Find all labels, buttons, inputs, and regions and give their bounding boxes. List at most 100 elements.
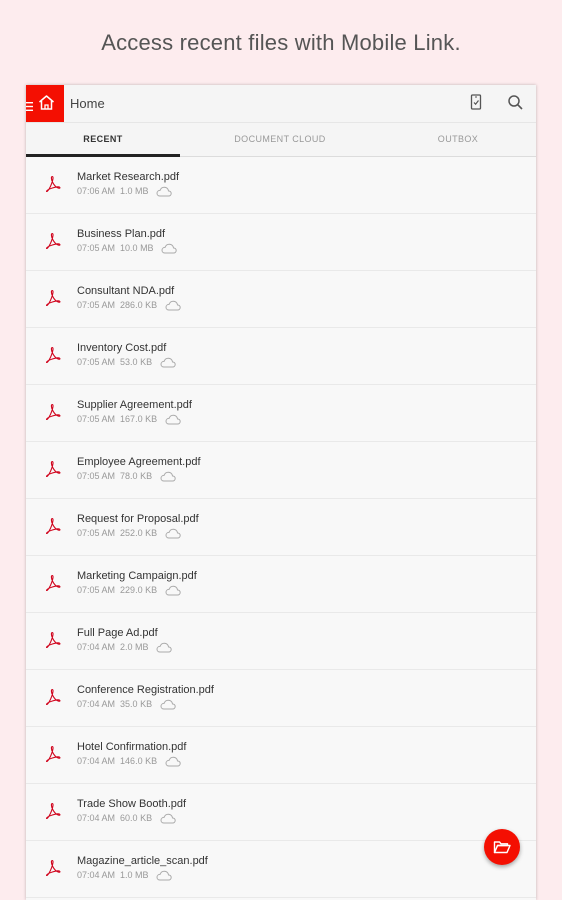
pdf-icon <box>44 517 61 539</box>
file-time: 07:05 AM <box>77 357 116 367</box>
file-row[interactable]: Consultant NDA.pdf 07:05 AM 286.0 KB <box>26 271 536 328</box>
tab-label: DOCUMENT CLOUD <box>234 134 326 144</box>
tab-label: OUTBOX <box>437 134 479 144</box>
tab-bar: RECENT DOCUMENT CLOUD OUTBOX <box>26 123 536 157</box>
promo-headline: Access recent files with Mobile Link. <box>101 30 461 55</box>
open-folder-icon <box>493 841 511 854</box>
file-name: Full Page Ad.pdf <box>77 627 158 639</box>
cloud-icon <box>156 186 172 199</box>
file-time: 07:04 AM <box>77 756 116 766</box>
open-file-fab[interactable] <box>484 829 520 865</box>
pdf-icon <box>44 175 61 197</box>
tab-label: RECENT <box>83 134 123 144</box>
file-meta: 07:04 AM 35.0 KB <box>77 699 176 712</box>
file-meta: 07:06 AM 1.0 MB <box>77 186 172 199</box>
file-row[interactable]: Trade Show Booth.pdf 07:04 AM 60.0 KB <box>26 784 536 841</box>
pdf-icon <box>44 346 61 368</box>
page-title: Home <box>70 96 105 111</box>
pdf-icon <box>44 232 61 254</box>
file-meta: 07:04 AM 60.0 KB <box>77 813 176 826</box>
file-meta: 07:05 AM 78.0 KB <box>77 471 176 484</box>
cloud-icon <box>160 699 176 712</box>
file-name: Magazine_article_scan.pdf <box>77 855 208 867</box>
file-row[interactable]: Market Research.pdf 07:06 AM 1.0 MB <box>26 157 536 214</box>
file-size: 10.0 MB <box>120 243 154 253</box>
file-meta: 07:05 AM 10.0 MB <box>77 243 177 256</box>
pdf-icon <box>44 631 61 653</box>
cloud-icon <box>160 813 176 826</box>
cloud-icon <box>161 243 177 256</box>
file-time: 07:04 AM <box>77 642 116 652</box>
file-time: 07:04 AM <box>77 870 116 880</box>
file-row[interactable]: Conference Registration.pdf 07:04 AM 35.… <box>26 670 536 727</box>
file-name: Consultant NDA.pdf <box>77 285 175 297</box>
file-name: Trade Show Booth.pdf <box>77 798 187 810</box>
file-name: Business Plan.pdf <box>77 228 166 240</box>
cloud-icon <box>156 870 172 883</box>
top-app-bar: Home <box>26 85 536 123</box>
file-name: Request for Proposal.pdf <box>77 513 199 525</box>
file-name: Employee Agreement.pdf <box>77 456 201 468</box>
pdf-icon <box>44 745 61 767</box>
file-name: Supplier Agreement.pdf <box>77 399 192 411</box>
menu-icon[interactable] <box>26 98 33 116</box>
file-meta: 07:04 AM 2.0 MB <box>77 642 172 655</box>
file-row[interactable]: Employee Agreement.pdf 07:05 AM 78.0 KB <box>26 442 536 499</box>
file-time: 07:04 AM <box>77 699 116 709</box>
pdf-icon <box>44 802 61 824</box>
file-name: Marketing Campaign.pdf <box>77 570 197 582</box>
file-size: 1.0 MB <box>120 870 149 880</box>
file-meta: 07:05 AM 286.0 KB <box>77 300 181 313</box>
file-row[interactable]: Full Page Ad.pdf 07:04 AM 2.0 MB <box>26 613 536 670</box>
home-icon <box>38 94 55 116</box>
file-meta: 07:05 AM 229.0 KB <box>77 585 181 598</box>
cloud-icon <box>156 642 172 655</box>
file-time: 07:05 AM <box>77 243 116 253</box>
file-size: 60.0 KB <box>120 813 153 823</box>
file-row[interactable]: Supplier Agreement.pdf 07:05 AM 167.0 KB <box>26 385 536 442</box>
file-size: 2.0 MB <box>120 642 149 652</box>
tab-document-cloud[interactable]: DOCUMENT CLOUD <box>180 123 380 156</box>
cloud-icon <box>165 585 181 598</box>
file-time: 07:06 AM <box>77 186 116 196</box>
pdf-icon <box>44 688 61 710</box>
search-icon[interactable] <box>507 94 524 116</box>
file-size: 167.0 KB <box>120 414 158 424</box>
file-meta: 07:05 AM 252.0 KB <box>77 528 181 541</box>
file-name: Conference Registration.pdf <box>77 684 214 696</box>
file-row[interactable]: Marketing Campaign.pdf 07:05 AM 229.0 KB <box>26 556 536 613</box>
pdf-icon <box>44 460 61 482</box>
file-size: 35.0 KB <box>120 699 153 709</box>
pdf-icon <box>44 403 61 425</box>
file-time: 07:05 AM <box>77 471 116 481</box>
file-name: Inventory Cost.pdf <box>77 342 167 354</box>
file-time: 07:05 AM <box>77 585 116 595</box>
file-row[interactable]: Request for Proposal.pdf 07:05 AM 252.0 … <box>26 499 536 556</box>
pdf-icon <box>44 859 61 881</box>
cloud-icon <box>165 300 181 313</box>
file-meta: 07:05 AM 167.0 KB <box>77 414 181 427</box>
file-meta: 07:04 AM 1.0 MB <box>77 870 172 883</box>
file-row[interactable]: Magazine_article_scan.pdf 07:04 AM 1.0 M… <box>26 841 536 898</box>
tab-outbox[interactable]: OUTBOX <box>380 123 536 156</box>
file-row[interactable]: Inventory Cost.pdf 07:05 AM 53.0 KB <box>26 328 536 385</box>
app-panel: Home RECENT DOCUMENT CLOUD OUTBOX Market… <box>26 85 536 900</box>
file-row[interactable]: Business Plan.pdf 07:05 AM 10.0 MB <box>26 214 536 271</box>
pdf-icon <box>44 289 61 311</box>
cloud-icon <box>160 357 176 370</box>
file-row[interactable]: Hotel Confirmation.pdf 07:04 AM 146.0 KB <box>26 727 536 784</box>
cloud-icon <box>160 471 176 484</box>
file-time: 07:04 AM <box>77 813 116 823</box>
file-size: 229.0 KB <box>120 585 158 595</box>
file-size: 1.0 MB <box>120 186 149 196</box>
cloud-icon <box>165 414 181 427</box>
mobile-link-icon[interactable] <box>470 94 482 116</box>
file-name: Market Research.pdf <box>77 171 180 183</box>
tab-recent[interactable]: RECENT <box>26 123 180 157</box>
home-nav-button[interactable] <box>26 85 64 122</box>
cloud-icon <box>165 528 181 541</box>
file-size: 53.0 KB <box>120 357 153 367</box>
file-size: 252.0 KB <box>120 528 158 538</box>
file-meta: 07:04 AM 146.0 KB <box>77 756 181 769</box>
file-name: Hotel Confirmation.pdf <box>77 741 187 753</box>
